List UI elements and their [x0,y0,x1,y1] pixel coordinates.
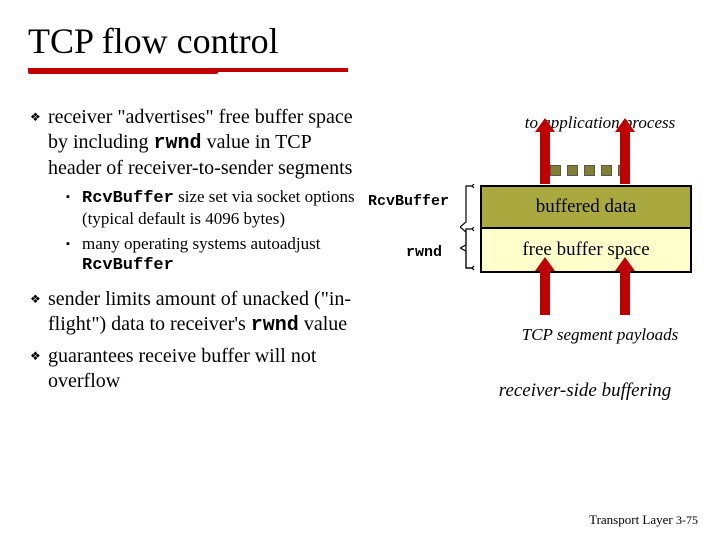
sub-bullet-text: many operating systems autoadjust RcvBuf… [82,234,360,277]
diamond-bullet-icon: ❖ [30,287,48,307]
tick-icon [584,165,595,176]
arrow-up-icon [620,132,630,184]
tick-icon [601,165,612,176]
tick-icon [550,165,561,176]
sub-bullet-item: ▪ many operating systems autoadjust RcvB… [66,234,360,277]
bullet-text: guarantees receive buffer will not overf… [48,344,360,394]
slide-title: TCP flow control [28,20,279,62]
rcvbuffer-label: RcvBuffer [368,193,449,210]
diamond-bullet-icon: ❖ [30,344,48,364]
bullet-list: ❖ receiver "advertises" free buffer spac… [30,105,360,400]
rwnd-label: rwnd [406,244,442,261]
sub-bullet-item: ▪ RcvBuffer size set via socket options … [66,187,360,230]
buffer-diagram: to application process buffered data fre… [370,105,700,415]
segment-payloads-label: TCP segment payloads [500,325,700,345]
bullet-item: ❖ receiver "advertises" free buffer spac… [30,105,360,181]
diagram-caption: receiver-side buffering [475,380,695,402]
bullet-item: ❖ sender limits amount of unacked ("in-f… [30,287,360,338]
arrow-up-icon [540,271,550,315]
square-bullet-icon: ▪ [66,234,82,250]
data-ticks [550,165,630,185]
square-bullet-icon: ▪ [66,187,82,203]
buffer-box: buffered data free buffer space [480,185,692,273]
bullet-text: sender limits amount of unacked ("in-fli… [48,287,360,338]
chapter-label: Transport Layer [589,512,673,527]
tick-icon [567,165,578,176]
bracket-icon [460,227,476,270]
sub-bullet-text: RcvBuffer size set via socket options (t… [82,187,360,230]
arrow-up-icon [620,271,630,315]
slide-footer: Transport Layer 3-75 [589,512,698,528]
free-space-region: free buffer space [482,229,690,271]
sub-bullet-list: ▪ RcvBuffer size set via socket options … [66,187,360,277]
diamond-bullet-icon: ❖ [30,105,48,125]
bullet-item: ❖ guarantees receive buffer will not ove… [30,344,360,394]
arrow-up-icon [540,132,550,184]
title-underline-accent [28,68,218,74]
page-number: 3-75 [676,513,698,527]
buffered-data-region: buffered data [482,187,690,229]
bullet-text: receiver "advertises" free buffer space … [48,105,360,181]
